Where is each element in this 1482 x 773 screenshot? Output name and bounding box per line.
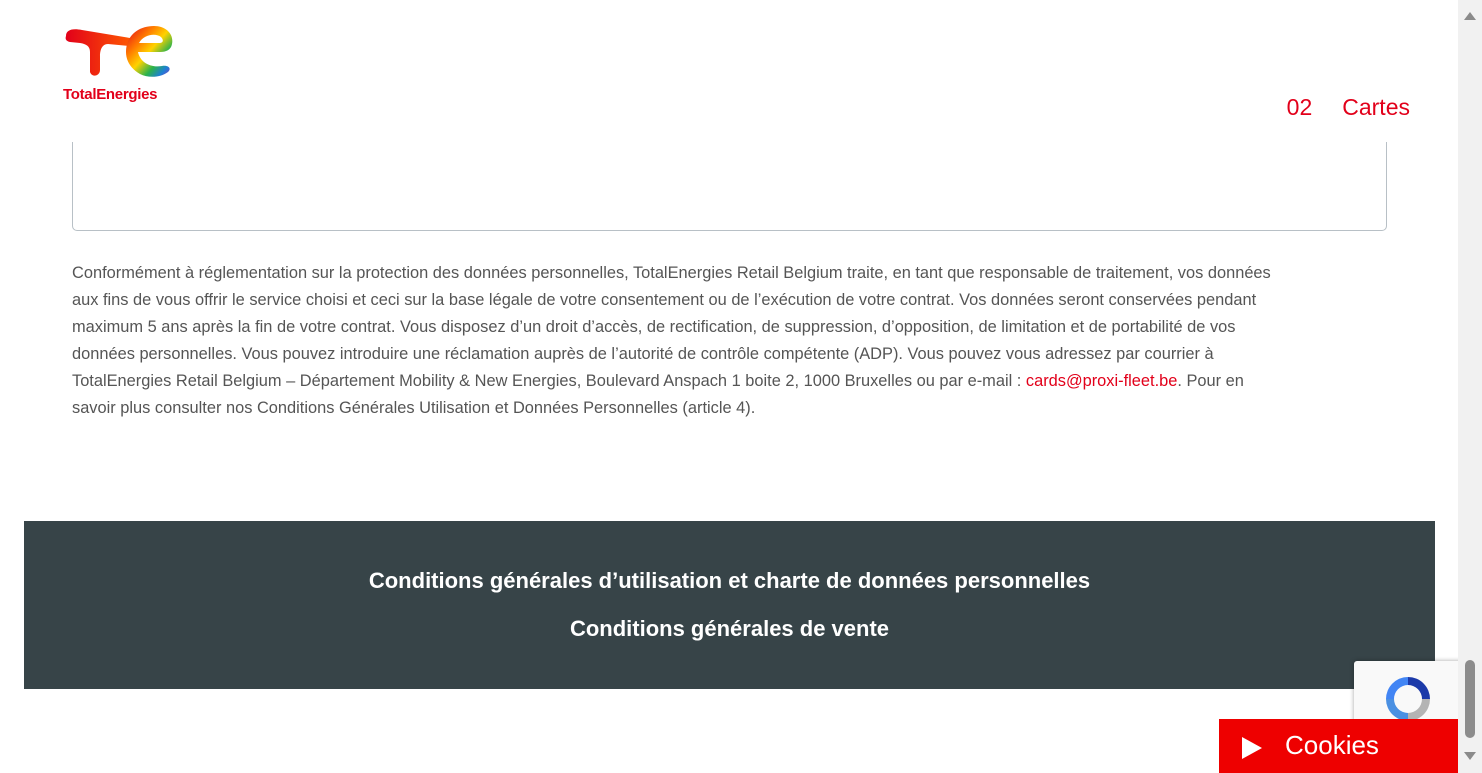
logo-text: TotalEnergies: [63, 86, 158, 103]
play-icon: [1242, 737, 1262, 759]
scroll-up-arrow-icon[interactable]: [1464, 12, 1476, 20]
page: TotalEnergies 02 Cartes Conformément à r…: [0, 0, 1482, 773]
scroll-down-arrow-icon[interactable]: [1464, 752, 1476, 760]
terms-of-sale-link[interactable]: Conditions générales de vente: [24, 616, 1435, 642]
scrollbar-thumb[interactable]: [1465, 660, 1475, 738]
logo-mark-icon: [65, 26, 173, 77]
cookies-label: Cookies: [1285, 730, 1379, 760]
terms-of-use-link[interactable]: Conditions générales d’utilisation et ch…: [24, 568, 1435, 594]
footer: Conditions générales d’utilisation et ch…: [24, 521, 1435, 689]
page-scrollbar[interactable]: [1458, 0, 1482, 773]
totalenergies-logo[interactable]: TotalEnergies: [60, 24, 180, 108]
cookies-button[interactable]: Cookies: [1219, 719, 1459, 773]
step-label: Cartes: [1342, 94, 1410, 120]
privacy-notice: Conformément à réglementation sur la pro…: [72, 260, 1292, 422]
header: TotalEnergies 02 Cartes: [0, 0, 1458, 142]
step-indicator: 02 Cartes: [1287, 94, 1410, 121]
contact-email-link[interactable]: cards@proxi-fleet.be: [1026, 372, 1177, 390]
step-number: 02: [1286, 94, 1313, 120]
